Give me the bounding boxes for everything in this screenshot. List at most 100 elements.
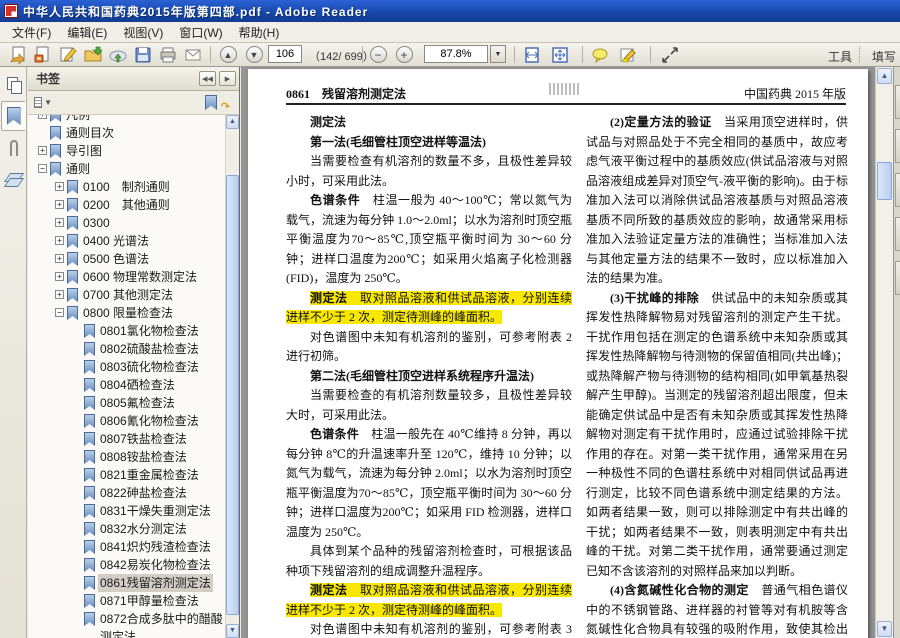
fit-page-button[interactable] bbox=[548, 44, 572, 65]
collapse-panel-button[interactable]: ◀◀ bbox=[199, 71, 216, 86]
bookmark-item[interactable]: 0842易炭化物检查法 bbox=[28, 556, 226, 574]
fill-sign-pane-button[interactable]: 填写 bbox=[872, 48, 900, 65]
zoom-out-button[interactable]: − bbox=[366, 44, 390, 65]
bookmark-label: 通则目次 bbox=[66, 126, 115, 140]
fullscreen-button[interactable] bbox=[658, 44, 682, 65]
bookmarks-panel-button[interactable] bbox=[1, 101, 26, 131]
bookmark-item[interactable]: +0100 制剂通则 bbox=[28, 178, 226, 196]
menu-item-4[interactable]: 帮助(H) bbox=[231, 22, 288, 43]
bookmark-item[interactable]: 0872合成多肽中的醋酸测定法 bbox=[28, 610, 226, 638]
previous-page-button[interactable]: ▲ bbox=[216, 44, 240, 65]
expand-icon[interactable]: + bbox=[55, 200, 64, 209]
bookmark-item[interactable]: − 通则 bbox=[28, 160, 226, 178]
bookmark-icon bbox=[67, 234, 78, 248]
bookmark-label: 0872合成多肽中的醋酸测定法 bbox=[100, 612, 223, 638]
next-page-button[interactable]: ▼ bbox=[242, 44, 266, 65]
expand-icon[interactable]: + bbox=[55, 272, 64, 281]
bookmark-item[interactable]: + 凡例 bbox=[28, 115, 226, 124]
scroll-down-button[interactable]: ▼ bbox=[877, 621, 892, 637]
expand-icon[interactable]: + bbox=[55, 236, 64, 245]
expand-icon[interactable]: + bbox=[38, 146, 47, 155]
zoom-in-button[interactable]: + bbox=[392, 44, 416, 65]
page-column-right: (2)定量方法的验证 当采用顶空进样时，供试品与对照品处于不完全相同的基质中，故… bbox=[586, 113, 848, 638]
print-button[interactable] bbox=[156, 44, 180, 65]
menu-item-2[interactable]: 视图(V) bbox=[115, 22, 171, 43]
comment-button[interactable] bbox=[588, 44, 612, 65]
scrolling-mode-button[interactable] bbox=[520, 44, 544, 65]
menu-item-0[interactable]: 文件(F) bbox=[4, 22, 59, 43]
scroll-down-button[interactable]: ▼ bbox=[226, 624, 239, 638]
open-file-button[interactable] bbox=[6, 44, 30, 65]
bookmark-item[interactable]: + 导引图 bbox=[28, 142, 226, 160]
bookmark-item[interactable]: 0871甲醇量检查法 bbox=[28, 592, 226, 610]
bookmarks-title: 书签 bbox=[36, 72, 61, 86]
expand-icon[interactable]: + bbox=[55, 218, 64, 227]
bookmark-item[interactable]: +0300 bbox=[28, 214, 226, 232]
bookmark-item[interactable]: +0600 物理常数测定法 bbox=[28, 268, 226, 286]
zoom-dropdown-button[interactable]: ▼ bbox=[490, 45, 506, 63]
page-thumbnails-button[interactable] bbox=[1, 69, 26, 99]
document-scrollbar[interactable]: ▲ ▼ bbox=[875, 67, 893, 638]
menu-item-3[interactable]: 窗口(W) bbox=[171, 22, 230, 43]
expand-icon[interactable]: + bbox=[55, 254, 64, 263]
scroll-up-button[interactable]: ▲ bbox=[877, 68, 892, 84]
zoom-level-input[interactable]: 87.8% bbox=[424, 45, 488, 63]
open-folder-button[interactable] bbox=[81, 44, 105, 65]
bookmarks-scrollbar[interactable]: ▲ ▼ bbox=[225, 115, 239, 638]
bookmark-item[interactable]: 0806氰化物检查法 bbox=[28, 412, 226, 430]
bookmark-options-menu-button[interactable]: ▼ bbox=[34, 95, 52, 111]
bookmark-item[interactable]: +0500 色谱法 bbox=[28, 250, 226, 268]
bookmark-item[interactable]: 0822砷盐检查法 bbox=[28, 484, 226, 502]
scrollbar-thumb[interactable] bbox=[226, 175, 239, 615]
bookmark-icon bbox=[67, 270, 78, 284]
layers-button[interactable] bbox=[1, 165, 26, 195]
panel-menu-button[interactable]: ▶ bbox=[219, 71, 236, 86]
paragraph: 对色谱图中未知有机溶剂的鉴别，可参考附表 2 进行初筛。 bbox=[286, 329, 572, 364]
expand-icon[interactable]: + bbox=[38, 115, 47, 119]
document-area[interactable]: 0861 残留溶剂测定法 中国药典 2015 年版 测定法 第一法(毛细管柱顶空进… bbox=[241, 67, 875, 638]
bookmark-item[interactable]: 0832水分测定法 bbox=[28, 520, 226, 538]
expand-icon[interactable]: + bbox=[55, 182, 64, 191]
bookmark-icon bbox=[67, 216, 78, 230]
pdf-page: 0861 残留溶剂测定法 中国药典 2015 年版 测定法 第一法(毛细管柱顶空进… bbox=[248, 69, 868, 638]
bookmark-icon bbox=[84, 468, 95, 482]
bookmark-item[interactable]: +0700 其他测定法 bbox=[28, 286, 226, 304]
bookmark-label: 0822砷盐检查法 bbox=[100, 486, 187, 500]
page-watermark bbox=[549, 83, 580, 95]
cloud-upload-button[interactable] bbox=[106, 44, 130, 65]
collapse-icon[interactable]: − bbox=[38, 164, 47, 173]
create-pdf-button[interactable] bbox=[31, 44, 55, 65]
bookmark-item[interactable]: − 0800 限量检查法 bbox=[28, 304, 226, 322]
right-panel-strip[interactable] bbox=[893, 67, 900, 638]
sign-edit-button[interactable] bbox=[56, 44, 80, 65]
scrollbar-thumb[interactable] bbox=[877, 162, 892, 200]
bookmark-item[interactable]: 0803硫化物检查法 bbox=[28, 358, 226, 376]
bookmark-item[interactable]: 0804硒检查法 bbox=[28, 376, 226, 394]
bookmark-item[interactable]: 0831干燥失重测定法 bbox=[28, 502, 226, 520]
bookmark-item[interactable]: 0805氟检查法 bbox=[28, 394, 226, 412]
bookmark-item[interactable]: 0801氯化物检查法 bbox=[28, 322, 226, 340]
bookmark-item[interactable]: 0807铁盐检查法 bbox=[28, 430, 226, 448]
bookmark-item[interactable]: +0200 其他通则 bbox=[28, 196, 226, 214]
bookmark-item[interactable]: 0861残留溶剂测定法 bbox=[28, 574, 226, 592]
bookmark-item[interactable]: +0400 光谱法 bbox=[28, 232, 226, 250]
bookmark-item[interactable]: 0802硫酸盐检查法 bbox=[28, 340, 226, 358]
paragraph: 当需要检查的有机溶剂数量较多，且极性差异较大时，可采用此法。 bbox=[286, 388, 572, 422]
bookmark-item[interactable]: 0821重金属检查法 bbox=[28, 466, 226, 484]
bookmark-label: 0841炽灼残渣检查法 bbox=[100, 540, 211, 554]
bookmark-item[interactable]: 通则目次 bbox=[28, 124, 226, 142]
tools-pane-button[interactable]: 工具 bbox=[828, 48, 852, 65]
highlight-button[interactable] bbox=[616, 44, 640, 65]
title-bar[interactable]: 中华人民共和国药典2015年版第四部.pdf - Adobe Reader bbox=[0, 0, 900, 22]
expand-icon[interactable]: + bbox=[55, 290, 64, 299]
email-button[interactable] bbox=[181, 44, 205, 65]
scroll-up-button[interactable]: ▲ bbox=[226, 115, 239, 129]
expand-current-bookmark-button[interactable]: ↷ bbox=[205, 95, 230, 113]
bookmark-item[interactable]: 0841炽灼残渣检查法 bbox=[28, 538, 226, 556]
save-button[interactable] bbox=[131, 44, 155, 65]
page-number-input[interactable] bbox=[268, 45, 302, 63]
bookmark-item[interactable]: 0808铵盐检查法 bbox=[28, 448, 226, 466]
collapse-icon[interactable]: − bbox=[55, 308, 64, 317]
attachments-button[interactable] bbox=[1, 133, 26, 163]
menu-item-1[interactable]: 编辑(E) bbox=[59, 22, 115, 43]
